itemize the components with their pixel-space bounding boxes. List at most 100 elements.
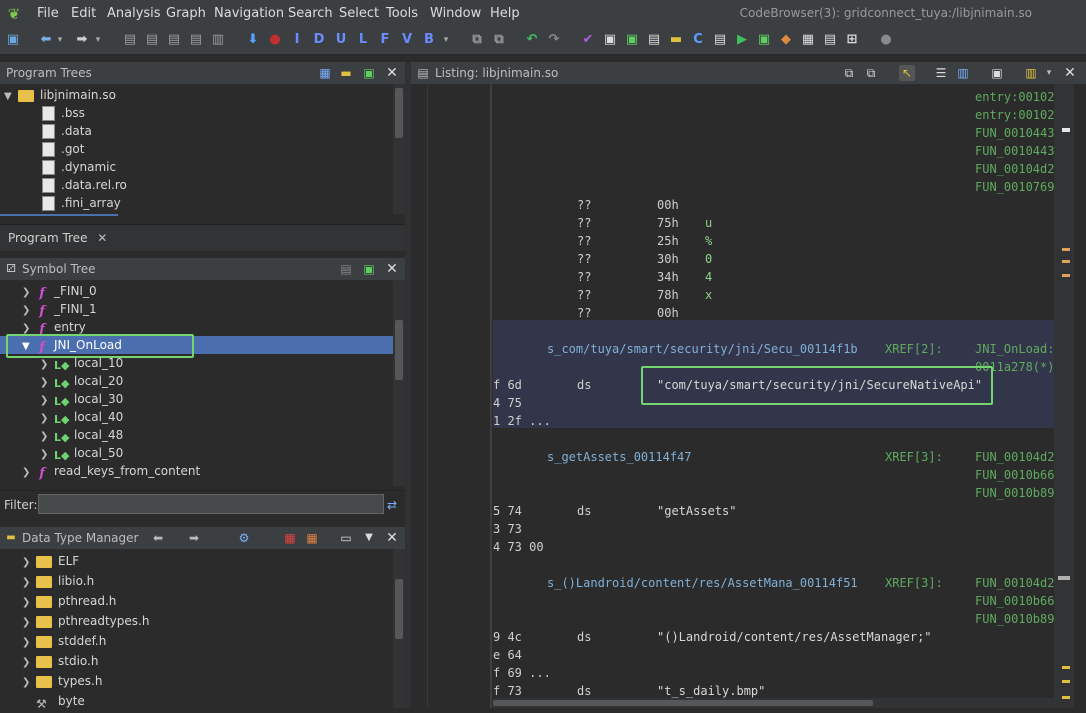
- tool-1-icon[interactable]: ▣: [602, 32, 618, 48]
- tree-item-dynamic[interactable]: .dynamic: [42, 158, 116, 176]
- scroll-thumb[interactable]: [395, 88, 403, 138]
- xref-line[interactable]: entry:001027: [975, 106, 1054, 124]
- nav-b-icon[interactable]: B: [421, 32, 437, 48]
- listing-options-icon[interactable]: ▥: [1023, 65, 1039, 81]
- dtm-menu-icon[interactable]: ▼: [361, 530, 377, 546]
- nav-l-icon[interactable]: L: [355, 32, 371, 48]
- mnemonic[interactable]: ds: [577, 376, 591, 394]
- xref-line[interactable]: JNI_OnLoad:0: [975, 340, 1054, 358]
- listing-paste-icon[interactable]: ⧉: [863, 65, 879, 81]
- chevron-right-icon[interactable]: ❯: [22, 464, 36, 482]
- undef-op[interactable]: ??: [577, 250, 591, 268]
- menu-file[interactable]: File: [37, 6, 59, 21]
- chevron-right-icon[interactable]: ❯: [22, 634, 36, 652]
- undef-op[interactable]: ??: [577, 214, 591, 232]
- stop-icon[interactable]: ●: [267, 32, 283, 48]
- menu-graph[interactable]: Graph: [166, 6, 206, 21]
- tool-4-icon[interactable]: ▤: [712, 32, 728, 48]
- cursor-track-icon[interactable]: ↖: [899, 65, 915, 81]
- nav-label-icon[interactable]: ▤: [188, 32, 204, 48]
- nav-v-icon[interactable]: V: [399, 32, 415, 48]
- scroll-thumb[interactable]: [395, 579, 403, 639]
- snapshot-icon[interactable]: ▣: [989, 65, 1005, 81]
- undef-val[interactable]: 25h: [657, 232, 679, 250]
- dtm-item-byte[interactable]: ⚒ byte: [36, 692, 85, 711]
- forward-icon[interactable]: ➡: [74, 32, 90, 48]
- nav-u-icon[interactable]: U: [333, 32, 349, 48]
- check-icon[interactable]: ✔: [580, 32, 596, 48]
- tool-6-icon[interactable]: ◆: [778, 32, 794, 48]
- listing-menu-icon[interactable]: ▾: [1041, 65, 1057, 81]
- string-label[interactable]: s_com/tuya/smart/security/jni/Secu_00114…: [547, 340, 858, 358]
- run-icon[interactable]: ▶: [734, 32, 750, 48]
- xref-line[interactable]: FUN_00104d20: [975, 448, 1054, 466]
- dtm-filter-2-icon[interactable]: ▦: [304, 530, 320, 546]
- menu-search[interactable]: Search: [288, 6, 333, 21]
- tree-root[interactable]: ▼ libjnimain.so: [4, 86, 116, 104]
- dtm-collapse-icon[interactable]: ▭: [338, 530, 354, 546]
- nav-i-icon[interactable]: I: [289, 32, 305, 48]
- listing-copy-icon[interactable]: ⧉: [841, 65, 857, 81]
- symbol-item-local-40[interactable]: ❯ L◆ local_40: [40, 408, 123, 426]
- mnemonic[interactable]: ds: [577, 628, 591, 646]
- symbol-filter-input[interactable]: [38, 494, 384, 514]
- xref-line[interactable]: FUN_00104d20: [975, 160, 1054, 178]
- undef-op[interactable]: ??: [577, 196, 591, 214]
- xref-line[interactable]: FUN_0010b89c: [975, 484, 1054, 502]
- scroll-thumb[interactable]: [395, 320, 403, 380]
- open-tree-icon[interactable]: ▬: [338, 65, 354, 81]
- filter-options-icon[interactable]: ⇄: [384, 497, 400, 513]
- tree-item-fini-array[interactable]: .fini_array: [42, 194, 121, 212]
- save-icon[interactable]: ▣: [5, 32, 21, 48]
- chevron-right-icon[interactable]: ❯: [22, 654, 36, 672]
- nav-d-icon[interactable]: D: [311, 32, 327, 48]
- undef-val[interactable]: 34h: [657, 268, 679, 286]
- symbol-item-fini-0[interactable]: ❯ f _FINI_0: [22, 282, 97, 301]
- paste-icon[interactable]: ⧉: [491, 32, 507, 48]
- menu-edit[interactable]: Edit: [71, 6, 96, 21]
- undo-icon[interactable]: ↶: [524, 32, 540, 48]
- h-scroll-thumb[interactable]: [493, 700, 873, 706]
- undef-val[interactable]: 78h: [657, 286, 679, 304]
- tree-item-got[interactable]: .got: [42, 140, 84, 158]
- menu-help[interactable]: Help: [490, 6, 520, 21]
- string-label[interactable]: s_getAssets_00114f47: [547, 448, 692, 466]
- menu-analysis[interactable]: Analysis: [107, 6, 161, 21]
- refresh-tree-icon[interactable]: ▣: [361, 65, 377, 81]
- xref-line[interactable]: FUN_00107690: [975, 178, 1054, 196]
- tree-item-data[interactable]: .data: [42, 122, 92, 140]
- close-program-trees-icon[interactable]: ✕: [384, 65, 400, 81]
- symbol-item-fini-1[interactable]: ❯ f _FINI_1: [22, 300, 97, 319]
- dtm-tool-icon[interactable]: ⚙: [236, 530, 252, 546]
- symbol-tree-action-icon[interactable]: ▤: [338, 261, 354, 277]
- dtm-forward-icon[interactable]: ➡: [186, 530, 202, 546]
- tool-3-icon[interactable]: ▤: [646, 32, 662, 48]
- chevron-right-icon[interactable]: ❯: [22, 674, 36, 692]
- dtm-back-icon[interactable]: ⬅: [150, 530, 166, 546]
- close-listing-icon[interactable]: ✕: [1062, 65, 1078, 81]
- tool-8-icon[interactable]: ▤: [822, 32, 838, 48]
- xref-line[interactable]: FUN_00104d2: [975, 574, 1054, 592]
- symbol-item-local-10[interactable]: ❯ L◆ local_10: [40, 354, 123, 372]
- close-tab-icon[interactable]: ✕: [97, 231, 107, 245]
- dtm-item-pthread[interactable]: ❯ pthread.h: [22, 592, 116, 610]
- tool-7-icon[interactable]: ▦: [800, 32, 816, 48]
- undef-op[interactable]: ??: [577, 232, 591, 250]
- listing-content[interactable]: entry:001027 entry:001027 FUN_00104438 F…: [411, 84, 1054, 708]
- program-trees-scrollbar[interactable]: [393, 84, 405, 214]
- string-value[interactable]: "getAssets": [657, 502, 736, 520]
- symbol-item-local-30[interactable]: ❯ L◆ local_30: [40, 390, 123, 408]
- dtm-item-stdio[interactable]: ❯ stdio.h: [22, 652, 98, 670]
- xref-line[interactable]: FUN_0010b89c: [975, 610, 1054, 628]
- menu-tools[interactable]: Tools: [386, 6, 418, 21]
- back-dropdown-icon[interactable]: ▾: [52, 32, 68, 48]
- string-value[interactable]: "()Landroid/content/res/AssetManager;": [657, 628, 932, 646]
- symbol-item-read-keys[interactable]: ❯ f read_keys_from_content: [22, 462, 200, 482]
- mnemonic[interactable]: ds: [577, 502, 591, 520]
- field-edit-icon[interactable]: ☰: [933, 65, 949, 81]
- nav-code-icon[interactable]: ▤: [122, 32, 138, 48]
- dtm-item-elf[interactable]: ❯ ELF: [22, 552, 79, 570]
- tree-item-bss[interactable]: .bss: [42, 104, 85, 122]
- string-label[interactable]: s_()Landroid/content/res/AssetMana_00114…: [547, 574, 858, 592]
- dtm-item-libio[interactable]: ❯ libio.h: [22, 572, 94, 590]
